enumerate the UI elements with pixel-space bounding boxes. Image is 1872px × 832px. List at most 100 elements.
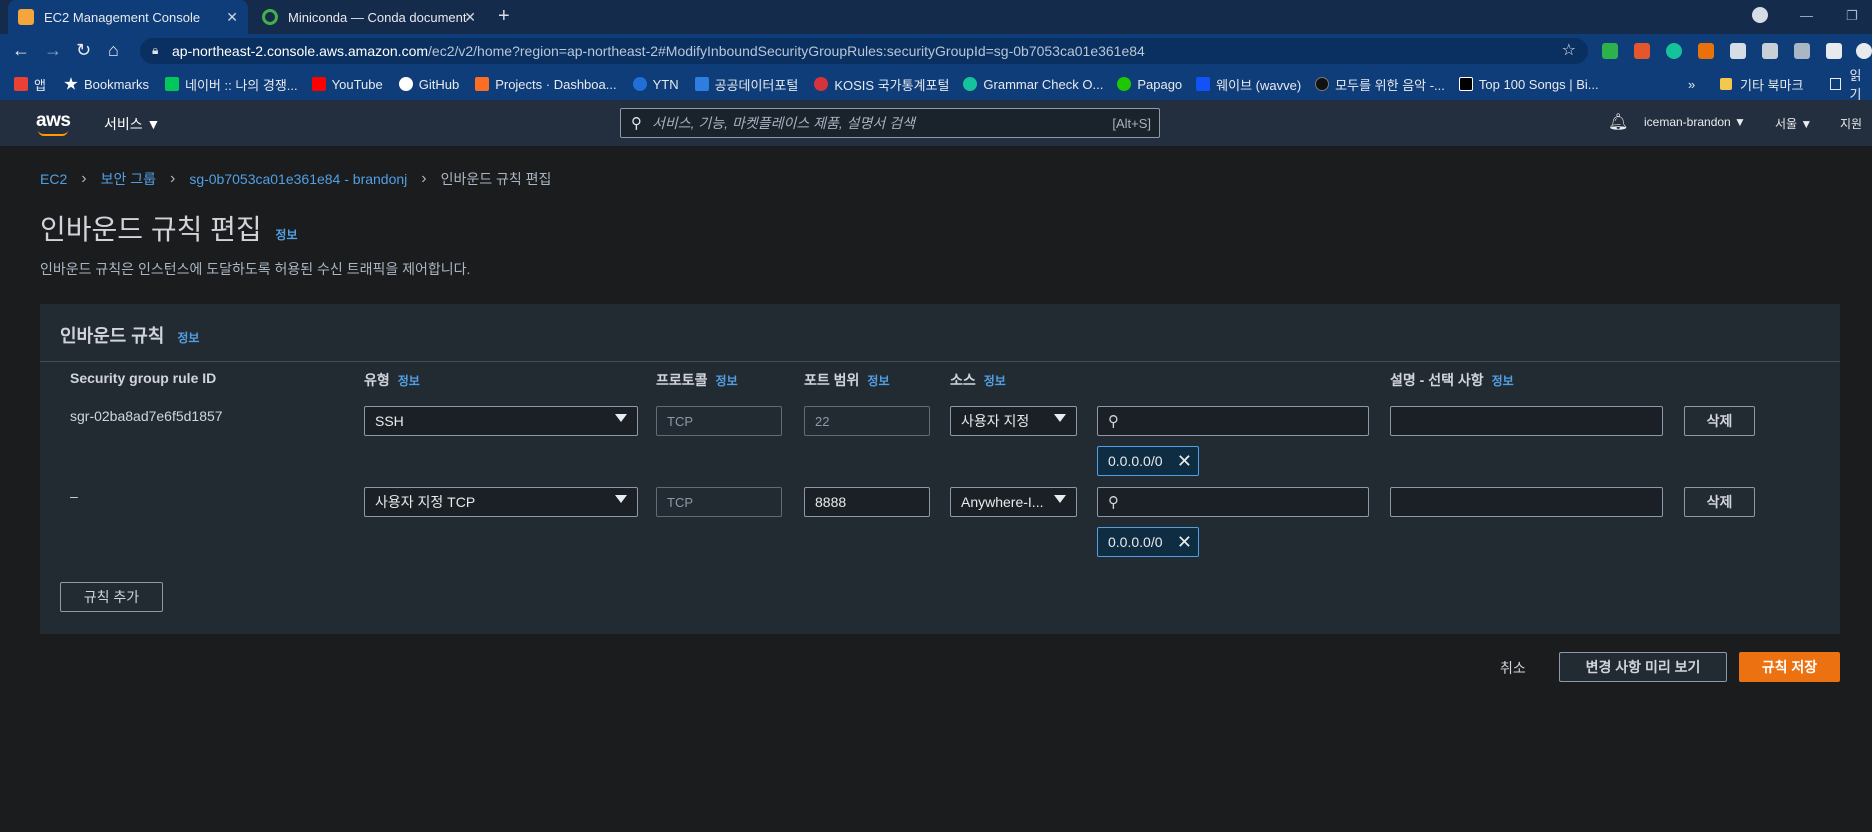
account-menu[interactable]: iceman-brandon ▼ xyxy=(1644,115,1746,129)
panel-info-link[interactable]: 정보 xyxy=(177,331,199,345)
source-cidr-search[interactable]: ⚲ xyxy=(1097,406,1369,436)
new-tab-icon[interactable]: + xyxy=(498,5,510,28)
github-icon xyxy=(398,77,413,91)
tab-miniconda[interactable]: Miniconda — Conda document ✕ xyxy=(252,0,486,34)
close-icon[interactable]: ✕ xyxy=(1177,532,1192,552)
services-menu[interactable]: 서비스 ▼ xyxy=(104,114,160,134)
bookmark-item[interactable]: 공공데이터포털 xyxy=(694,75,798,94)
bookmark-item[interactable]: 모두를 위한 음악 -... xyxy=(1315,75,1445,94)
bookmarks-overflow-icon[interactable]: » xyxy=(1688,68,1695,100)
bookmark-apps[interactable]: 앱 xyxy=(14,75,46,94)
back-icon[interactable]: ← xyxy=(12,40,30,61)
papago-icon xyxy=(1117,77,1132,91)
chevron-right-icon: › xyxy=(81,170,87,187)
source-cidr-search[interactable]: ⚲ xyxy=(1097,487,1369,517)
cancel-link[interactable]: 취소 xyxy=(1500,658,1526,678)
address-bar[interactable]: 🔒︎ ap-northeast-2.console.aws.amazon.com… xyxy=(140,38,1588,64)
bookmark-label: 앱 xyxy=(34,77,46,93)
home-icon[interactable]: ⌂ xyxy=(108,40,119,61)
bookmark-star-icon[interactable]: ☆ xyxy=(1562,40,1576,60)
bookmark-label: YTN xyxy=(652,76,679,92)
rule-type-select[interactable]: 사용자 지정 TCP xyxy=(364,487,638,517)
extension-icon[interactable] xyxy=(1762,43,1778,59)
region-menu[interactable]: 서울 ▼ xyxy=(1775,115,1812,132)
column-info-link[interactable]: 정보 xyxy=(984,374,1006,388)
caret-down-icon xyxy=(1054,414,1066,422)
bookmark-item[interactable]: Grammar Check O... xyxy=(963,77,1103,92)
bookmark-item[interactable]: GitHub xyxy=(398,77,459,92)
rule-type-value: SSH xyxy=(375,413,404,429)
bookmark-item[interactable]: Top 100 Songs | Bi... xyxy=(1458,77,1599,92)
reading-list[interactable]: 읽기 xyxy=(1830,68,1872,102)
column-protocol: 프로토콜 정보 xyxy=(656,370,738,390)
save-rules-button[interactable]: 규칙 저장 xyxy=(1739,652,1840,682)
source-cidr-input[interactable] xyxy=(1119,407,1368,435)
tab-ec2-console[interactable]: EC2 Management Console ✕ xyxy=(8,0,248,34)
folder-icon xyxy=(1720,78,1732,90)
close-icon[interactable]: ✕ xyxy=(1177,451,1192,471)
kosis-icon xyxy=(814,77,829,91)
bookmark-item[interactable]: YouTube xyxy=(311,77,383,92)
profile-icon[interactable] xyxy=(1856,43,1872,59)
preview-changes-button[interactable]: 변경 사항 미리 보기 xyxy=(1559,652,1727,682)
bookmark-item[interactable]: Bookmarks xyxy=(64,77,149,92)
page-info-link[interactable]: 정보 xyxy=(275,228,297,242)
bookmark-item[interactable]: 네이버 :: 나의 경쟁... xyxy=(165,75,298,94)
other-bookmarks-folder[interactable]: 기타 북마크 xyxy=(1720,68,1803,100)
url-host: ap-northeast-2.console.aws.amazon.com xyxy=(172,43,429,59)
aws-search-input[interactable] xyxy=(642,109,1113,137)
grammarly-icon xyxy=(963,77,978,91)
description-input[interactable] xyxy=(1390,487,1663,517)
source-type-select[interactable]: Anywhere-I... xyxy=(950,487,1077,517)
support-menu[interactable]: 지원 xyxy=(1840,115,1862,132)
bookmark-item[interactable]: YTN xyxy=(632,76,679,92)
breadcrumb-security-group[interactable]: sg-0b7053ca01e361e84 - brandonj xyxy=(189,171,407,187)
column-info-link[interactable]: 정보 xyxy=(1492,374,1514,388)
search-icon: ⚲ xyxy=(631,115,642,132)
page-title-text: 인바운드 규칙 편집 xyxy=(40,214,262,245)
grammarly-icon[interactable] xyxy=(1666,43,1682,59)
extensions-puzzle-icon[interactable] xyxy=(1826,43,1842,59)
lock-icon: 🔒︎ xyxy=(152,43,159,57)
ytn-icon xyxy=(632,77,647,91)
extension-icon[interactable] xyxy=(1634,43,1650,59)
rule-type-select[interactable]: SSH xyxy=(364,406,638,436)
apps-grid-icon xyxy=(14,77,28,91)
extension-icon[interactable] xyxy=(1602,43,1618,59)
reload-icon[interactable]: ↻ xyxy=(76,40,91,61)
close-icon[interactable]: ✕ xyxy=(226,9,238,26)
add-rule-button[interactable]: 규칙 추가 xyxy=(60,582,163,612)
aws-search-bar[interactable]: ⚲ [Alt+S] xyxy=(620,108,1160,138)
caret-down-icon xyxy=(1054,495,1066,503)
bookmark-label: 웨이브 (wavve) xyxy=(1216,77,1302,93)
delete-rule-button[interactable]: 삭제 xyxy=(1684,406,1755,436)
description-input[interactable] xyxy=(1390,406,1663,436)
column-info-link[interactable]: 정보 xyxy=(716,374,738,388)
tab-search-icon[interactable] xyxy=(1752,7,1768,23)
bookmark-item[interactable]: Papago xyxy=(1117,77,1182,92)
vue-devtools-icon[interactable] xyxy=(1794,43,1810,59)
bookmark-item[interactable]: KOSIS 국가통계포털 xyxy=(814,75,949,94)
extension-icon[interactable] xyxy=(1730,43,1746,59)
cidr-token: 0.0.0.0/0 ✕ xyxy=(1097,527,1199,557)
notifications-bell-icon[interactable]: 🔔︎ xyxy=(1608,112,1628,132)
aws-logo[interactable]: aws xyxy=(36,110,71,132)
breadcrumb-security-groups[interactable]: 보안 그룹 xyxy=(101,169,156,189)
forward-icon[interactable]: → xyxy=(44,40,62,61)
extension-icon[interactable] xyxy=(1698,43,1714,59)
restore-icon[interactable]: ❐ xyxy=(1846,8,1858,24)
port-range-input[interactable] xyxy=(804,487,930,517)
bookmark-item[interactable]: 웨이브 (wavve) xyxy=(1196,75,1301,94)
bookmark-item[interactable]: Projects · Dashboa... xyxy=(475,77,617,92)
source-type-select[interactable]: 사용자 지정 xyxy=(950,406,1077,436)
breadcrumb-ec2[interactable]: EC2 xyxy=(40,171,67,187)
column-info-link[interactable]: 정보 xyxy=(398,374,420,388)
close-icon[interactable]: ✕ xyxy=(464,9,476,26)
column-info-link[interactable]: 정보 xyxy=(867,374,889,388)
source-cidr-input[interactable] xyxy=(1119,488,1368,516)
search-icon: ⚲ xyxy=(1108,413,1119,430)
delete-rule-button[interactable]: 삭제 xyxy=(1684,487,1755,517)
minimize-icon[interactable]: — xyxy=(1800,8,1813,23)
column-label: 프로토콜 xyxy=(656,372,708,388)
youtube-icon xyxy=(311,77,326,91)
